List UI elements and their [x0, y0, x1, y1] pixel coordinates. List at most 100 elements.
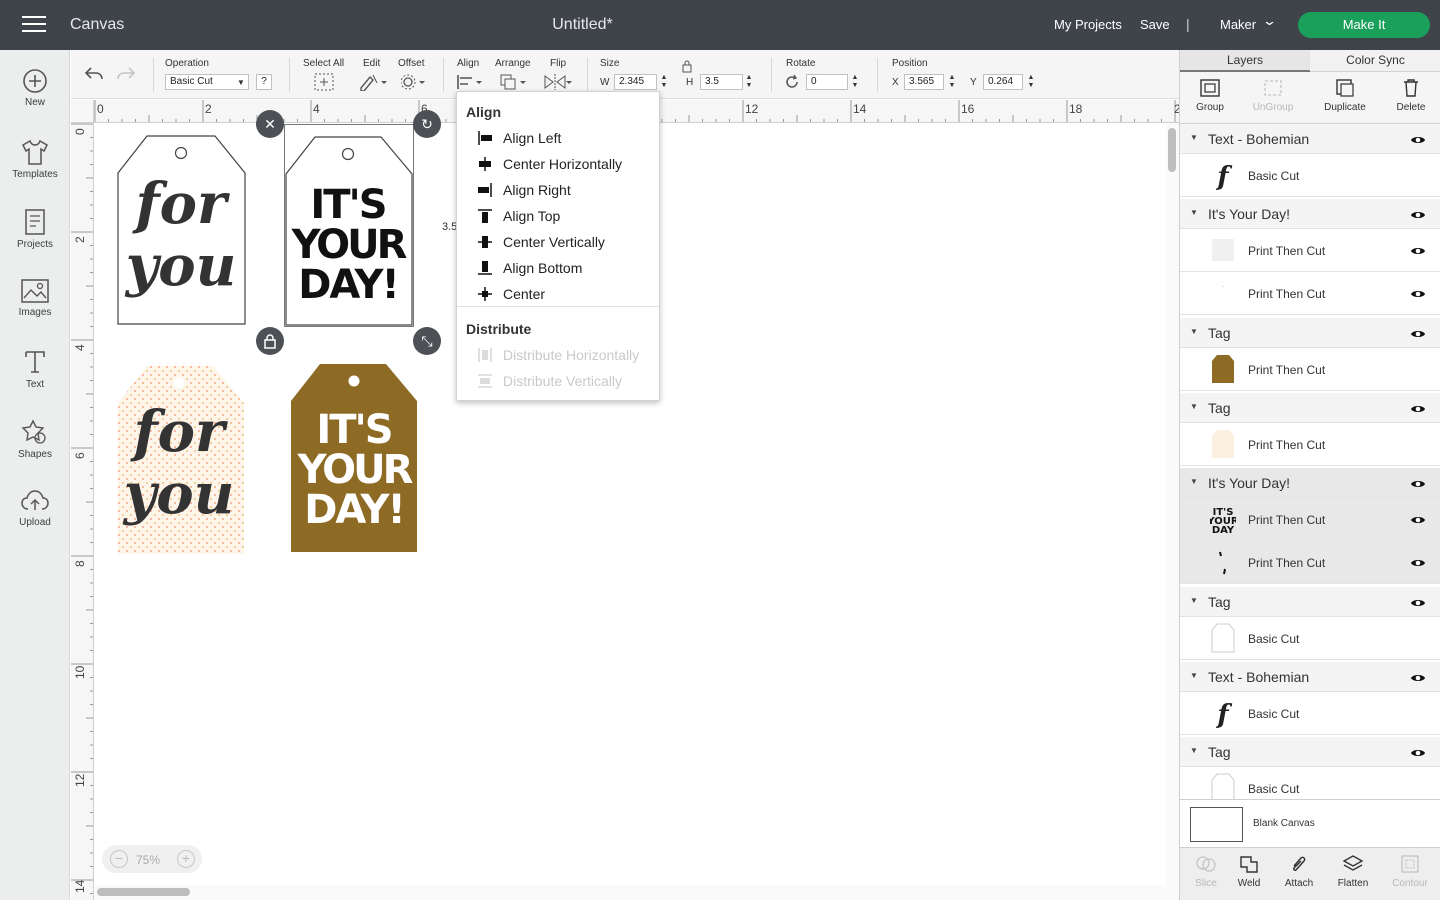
tab-color-sync[interactable]: Color Sync — [1310, 50, 1440, 72]
rotate-input[interactable]: 0 — [806, 74, 848, 90]
align-left-item[interactable]: Align Left — [465, 126, 653, 150]
horizontal-scroll-thumb[interactable] — [97, 888, 190, 896]
align-icon[interactable] — [456, 73, 484, 91]
x-position-input[interactable]: 3.565 — [904, 74, 944, 90]
eye-icon[interactable] — [1410, 747, 1426, 759]
rotate-stepper[interactable]: ▲ ▼ — [850, 74, 860, 90]
duplicate-button[interactable]: Duplicate — [1315, 78, 1375, 113]
layer-group[interactable]: ▼ Tag — [1180, 318, 1440, 348]
blank-canvas-layer[interactable]: Blank Canvas — [1180, 799, 1440, 847]
vertical-scroll-thumb[interactable] — [1168, 128, 1176, 172]
resize-handle-icon[interactable]: ⤡ — [413, 327, 441, 355]
align-top-item[interactable]: Align Top — [465, 204, 653, 228]
horizontal-scrollbar[interactable] — [94, 885, 1166, 900]
eye-icon[interactable] — [1410, 557, 1426, 569]
layer-item[interactable]: Print Then Cut — [1180, 541, 1440, 584]
edit-icon[interactable] — [359, 73, 387, 91]
layer-item[interactable]: f Basic Cut — [1180, 154, 1440, 197]
make-it-button[interactable]: Make It — [1298, 12, 1430, 38]
layer-group[interactable]: ▼ Tag — [1180, 587, 1440, 617]
layer-item[interactable]: Print Then Cut — [1180, 348, 1440, 391]
rail-upload[interactable]: Upload — [0, 488, 70, 528]
layer-group[interactable]: ▼ Tag — [1180, 393, 1440, 423]
rail-text[interactable]: Text — [0, 348, 70, 390]
width-stepper[interactable]: ▲ ▼ — [659, 74, 669, 90]
align-bottom-item[interactable]: Align Bottom — [465, 256, 653, 280]
eye-icon[interactable] — [1410, 209, 1426, 221]
layer-item[interactable]: Print Then Cut — [1180, 272, 1440, 315]
triangle-down-icon[interactable]: ▼ — [1190, 671, 1198, 680]
machine-selector[interactable]: Maker — [1220, 17, 1256, 32]
flip-icon[interactable] — [543, 73, 573, 91]
layer-group[interactable]: ▼ Text - Bohemian — [1180, 124, 1440, 154]
weld-button[interactable]: Weld — [1223, 854, 1275, 889]
triangle-down-icon[interactable]: ▼ — [1190, 402, 1198, 411]
triangle-down-icon[interactable]: ▼ — [1190, 746, 1198, 755]
triangle-down-icon[interactable]: ▼ — [1190, 208, 1198, 217]
y-stepper[interactable]: ▲ ▼ — [1026, 74, 1036, 90]
layer-group[interactable]: ▼ Tag — [1180, 737, 1440, 767]
width-input[interactable]: 2.345 — [614, 74, 657, 90]
tag-for-you-dotted[interactable]: for you — [117, 365, 245, 555]
triangle-down-icon[interactable]: ▼ — [1190, 477, 1198, 486]
eye-icon[interactable] — [1410, 672, 1426, 684]
center-vertically-item[interactable]: Center Vertically — [465, 230, 653, 254]
delete-button[interactable]: Delete — [1381, 78, 1440, 113]
flatten-button[interactable]: Flatten — [1327, 854, 1379, 889]
rail-images[interactable]: Images — [0, 278, 70, 318]
rail-projects[interactable]: Projects — [0, 208, 70, 250]
eye-icon[interactable] — [1410, 328, 1426, 340]
save-link[interactable]: Save — [1140, 17, 1170, 32]
layer-item[interactable]: Print Then Cut — [1180, 423, 1440, 466]
document-title[interactable]: Untitled* — [520, 16, 645, 34]
layer-group[interactable]: ▼ Text - Bohemian — [1180, 662, 1440, 692]
eye-icon[interactable] — [1410, 514, 1426, 526]
rail-new[interactable]: New — [0, 68, 70, 108]
height-input[interactable]: 3.5 — [700, 74, 743, 90]
layer-group[interactable]: ▼ It's Your Day! — [1180, 199, 1440, 229]
lock-icon[interactable] — [681, 59, 693, 73]
rail-templates[interactable]: Templates — [0, 138, 70, 180]
layer-item[interactable]: f Basic Cut — [1180, 692, 1440, 735]
eye-icon[interactable] — [1410, 597, 1426, 609]
my-projects-link[interactable]: My Projects — [1054, 17, 1122, 32]
rotate-handle-icon[interactable]: ↻ — [413, 110, 441, 138]
center-horizontally-item[interactable]: Center Horizontally — [465, 152, 653, 176]
layer-group-selected[interactable]: ▼ It's Your Day! — [1180, 468, 1440, 498]
undo-icon[interactable] — [83, 65, 105, 83]
height-stepper[interactable]: ▲ ▼ — [744, 74, 754, 90]
lock-handle-icon[interactable] — [256, 327, 284, 355]
x-stepper[interactable]: ▲ ▼ — [947, 74, 957, 90]
eye-icon[interactable] — [1410, 478, 1426, 490]
chevron-down-icon[interactable]: ⌄ — [1262, 13, 1277, 29]
eye-icon[interactable] — [1410, 134, 1426, 146]
eye-icon[interactable] — [1410, 288, 1426, 300]
layer-item[interactable]: IT'SYOURDAY Print Then Cut — [1180, 498, 1440, 541]
help-button[interactable]: ? — [256, 74, 272, 90]
align-right-item[interactable]: Align Right — [465, 178, 653, 202]
layer-item[interactable]: Print Then Cut — [1180, 229, 1440, 272]
zoom-in-button[interactable]: + — [177, 850, 195, 868]
triangle-down-icon[interactable]: ▼ — [1190, 327, 1198, 336]
offset-icon[interactable] — [401, 73, 427, 91]
triangle-down-icon[interactable]: ▼ — [1190, 596, 1198, 605]
vertical-scrollbar[interactable] — [1166, 123, 1179, 900]
eye-icon[interactable] — [1410, 403, 1426, 415]
delete-handle-icon[interactable]: ✕ — [256, 110, 284, 138]
attach-button[interactable]: Attach — [1273, 854, 1325, 889]
zoom-out-button[interactable]: − — [110, 850, 128, 868]
arrange-icon[interactable] — [499, 73, 529, 91]
y-position-input[interactable]: 0.264 — [983, 74, 1023, 90]
tag-for-you-outline[interactable]: for you — [117, 135, 247, 327]
triangle-down-icon[interactable]: ▼ — [1190, 133, 1198, 142]
tab-layers[interactable]: Layers — [1180, 50, 1310, 72]
rail-shapes[interactable]: Shapes — [0, 418, 70, 460]
center-item[interactable]: Center — [465, 282, 653, 306]
hamburger-menu-icon[interactable] — [22, 16, 46, 34]
layer-item[interactable]: Basic Cut — [1180, 617, 1440, 660]
eye-icon[interactable] — [1410, 245, 1426, 257]
group-button[interactable]: Group — [1180, 78, 1240, 113]
tag-its-your-day-gold[interactable]: IT'S YOUR DAY! — [290, 363, 418, 553]
select-all-icon[interactable] — [314, 73, 334, 91]
layer-item[interactable]: Basic Cut — [1180, 767, 1440, 799]
